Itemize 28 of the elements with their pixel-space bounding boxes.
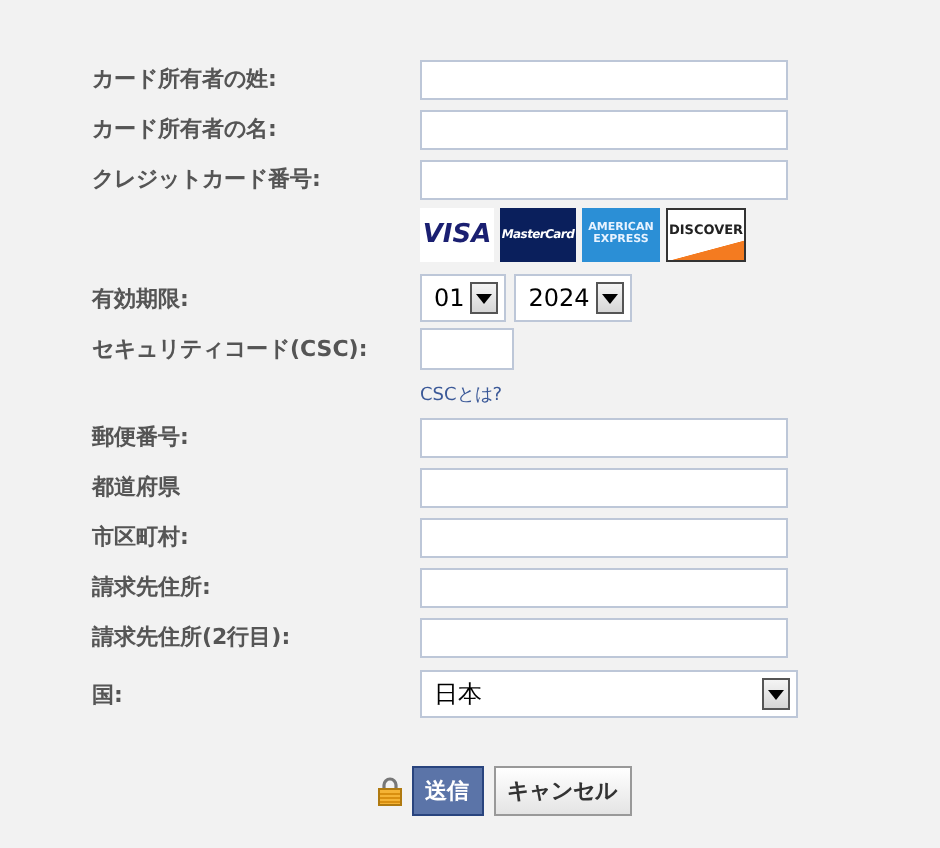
year-select[interactable]: 2024 [514,274,632,322]
help-link[interactable]: CSCとは? [420,382,503,410]
card-logo: VISA [420,208,494,262]
input-field[interactable] [420,617,788,657]
field-label: 郵便番号: [92,422,191,452]
field-label: カード所有者の名: [92,114,279,144]
input-field[interactable] [420,328,514,370]
field-label: カード所有者の姓: [92,64,279,94]
input-field[interactable] [420,59,788,99]
submit-button[interactable]: 送信 [411,766,483,816]
field-label: 国: [92,679,125,709]
field-label: セキュリティコード(CSC): [92,334,370,364]
input-field[interactable] [420,109,788,149]
field-label: 請求先住所: [92,572,213,602]
input-field[interactable] [420,517,788,557]
input-field[interactable] [420,417,788,457]
lock-icon [377,776,401,806]
month-select[interactable]: 01 [420,274,507,322]
country-select[interactable]: 日本 [420,670,798,718]
input-field[interactable] [420,159,788,199]
input-field[interactable] [420,567,788,607]
field-label: クレジットカード番号: [92,164,323,194]
cancel-button[interactable]: キャンセル [493,766,631,816]
input-field[interactable] [420,467,788,507]
field-label: 有効期限: [92,283,191,313]
field-label: 請求先住所(2行目): [92,622,293,652]
field-label: 都道府県 [92,472,182,502]
field-label: 市区町村: [92,522,191,552]
